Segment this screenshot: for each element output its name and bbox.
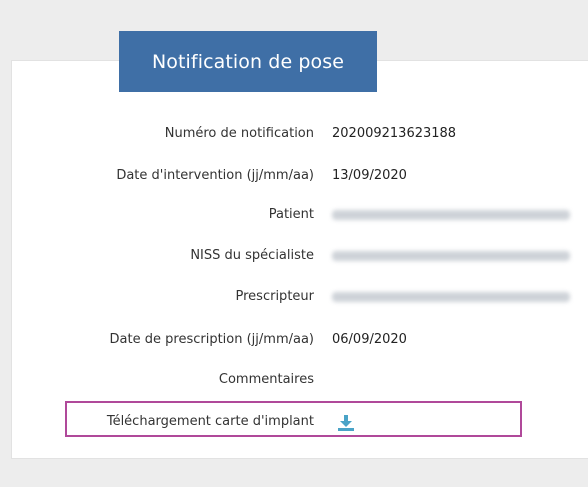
prescription-date-label: Date de prescription (jj/mm/aa) <box>109 332 314 347</box>
field-row-prescription-date: Date de prescription (jj/mm/aa) 06/09/20… <box>0 330 588 350</box>
notification-number-value: 202009213623188 <box>332 126 457 141</box>
download-icon-graphic <box>338 415 354 431</box>
field-row-comments: Commentaires <box>0 370 588 390</box>
patient-label: Patient <box>268 207 314 222</box>
field-row-notification-number: Numéro de notification 202009213623188 <box>0 124 588 144</box>
specialist-niss-label: NISS du spécialiste <box>190 248 314 263</box>
page-title: Notification de pose <box>119 31 377 92</box>
field-row-patient: Patient <box>0 205 588 225</box>
notification-number-label: Numéro de notification <box>164 126 314 141</box>
download-label: Téléchargement carte d'implant <box>106 414 314 429</box>
field-row-specialist-niss: NISS du spécialiste <box>0 246 588 266</box>
intervention-date-value: 13/09/2020 <box>332 168 407 183</box>
page: Notification de pose Numéro de notificat… <box>0 0 588 487</box>
field-row-download: Téléchargement carte d'implant <box>0 412 588 432</box>
prescriber-redacted-value <box>332 292 570 302</box>
specialist-niss-redacted-value <box>332 251 570 261</box>
download-icon[interactable] <box>337 414 355 432</box>
field-row-prescriber: Prescripteur <box>0 287 588 307</box>
patient-redacted-value <box>332 210 570 220</box>
comments-label: Commentaires <box>218 372 314 387</box>
page-title-text: Notification de pose <box>151 50 345 73</box>
prescriber-label: Prescripteur <box>235 289 314 304</box>
intervention-date-label: Date d'intervention (jj/mm/aa) <box>116 168 314 183</box>
field-row-intervention-date: Date d'intervention (jj/mm/aa) 13/09/202… <box>0 166 588 186</box>
prescription-date-value: 06/09/2020 <box>332 332 407 347</box>
